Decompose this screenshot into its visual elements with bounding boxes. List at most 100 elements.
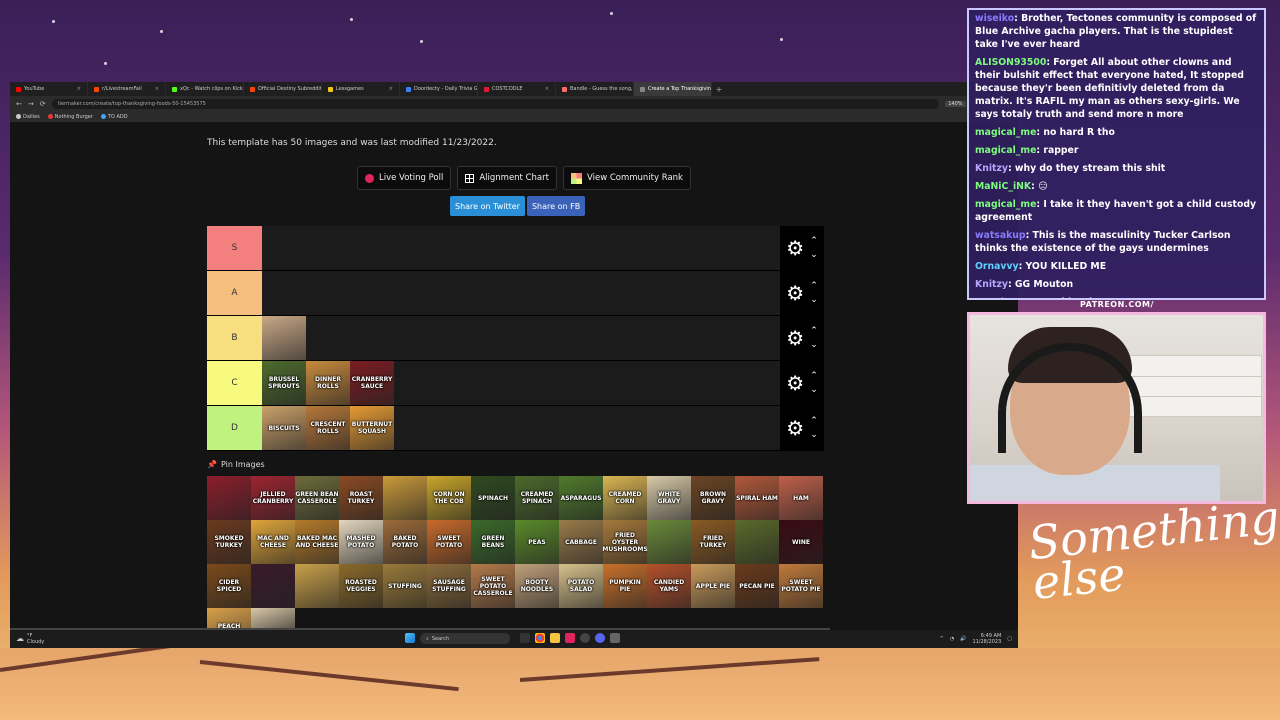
food-tile[interactable]: STUFFING [383,564,427,608]
browser-tab[interactable]: Create a Top Thanksgiving Foo × [634,82,712,96]
chevron-down-icon[interactable]: ⌄ [810,338,818,352]
food-tile[interactable]: BISCUITS [262,406,306,450]
chat-username[interactable]: magical_me [975,199,1036,210]
chevron-down-icon[interactable]: ⌄ [810,428,818,442]
browser-tab[interactable]: xQc - Watch clips on Kick × [166,82,244,96]
chat-username[interactable]: MaNiC_iNK [975,181,1031,192]
chat-username[interactable]: SneakyToe [975,297,1031,298]
chevron-up-icon[interactable]: ⌃ [810,234,818,248]
folder-icon[interactable] [550,633,560,643]
tier-drop-zone[interactable]: BISCUITS CRESCENT ROLLS BUTTERNUT SQUASH [262,406,780,450]
food-tile[interactable]: HAM [779,476,823,520]
food-tile[interactable]: PEAS [515,520,559,564]
food-tile[interactable]: MAC AND CHEESE [251,520,295,564]
food-tile[interactable]: ROAST TURKEY [339,476,383,520]
chat-username[interactable]: wiseiko [975,13,1014,24]
tier-drop-zone[interactable]: BRUSSEL SPROUTS DINNER ROLLS CRANBERRY SAU… [262,361,780,405]
food-tile[interactable]: CORN ON THE COB [427,476,471,520]
forward-icon[interactable]: → [28,100,34,108]
food-tile[interactable]: BUTTERNUT SQUASH [350,406,394,450]
food-tile[interactable]: CRESCENT ROLLS [306,406,350,450]
browser-tab[interactable]: COSTCODLE × [478,82,556,96]
gear-icon[interactable]: ⚙ [786,418,804,438]
tier-drop-zone[interactable] [262,316,780,360]
volume-icon[interactable]: 🔊 [960,636,966,642]
chevron-up-icon[interactable]: ⌃ [810,414,818,428]
chevron-down-icon[interactable]: ⌄ [810,248,818,262]
chevron-up-icon[interactable]: ^ [940,636,944,642]
tier-label[interactable]: A [207,271,262,315]
tier-label[interactable]: S [207,226,262,270]
close-icon[interactable]: × [545,86,549,92]
app-icon[interactable] [565,633,575,643]
tier-drop-zone[interactable] [262,271,780,315]
community-rank-button[interactable]: View Community Rank [562,166,691,190]
food-tile[interactable]: CREAMED SPINACH [515,476,559,520]
gear-icon[interactable]: ⚙ [786,283,804,303]
gear-icon[interactable]: ⚙ [786,373,804,393]
food-tile[interactable]: PECAN PIE [735,564,779,608]
close-icon[interactable]: × [77,86,81,92]
food-tile[interactable] [207,476,251,520]
food-tile[interactable]: FRIED OYSTER MUSHROOMS [603,520,647,564]
food-tile[interactable]: FRIED TURKEY [691,520,735,564]
browser-tab[interactable]: Bandle - Guess the song, one ins × [556,82,634,96]
chat-username[interactable]: Knitzy [975,163,1008,174]
chat-username[interactable]: watsakup [975,230,1026,241]
food-tile[interactable]: ASPARAGUS [559,476,603,520]
food-tile[interactable]: BOOTY NOODLES [515,564,559,608]
food-tile[interactable]: CRANBERRY SAUCE [350,361,394,405]
new-tab-icon[interactable]: + [712,85,726,94]
food-tile[interactable]: CANDIED YAMS [647,564,691,608]
chrome-icon[interactable] [535,633,545,643]
notification-icon[interactable]: ▢ [1007,636,1012,642]
browser-tab[interactable]: YouTube × [10,82,88,96]
tier-label[interactable]: D [207,406,262,450]
food-tile[interactable] [262,316,306,360]
food-tile[interactable]: BAKED POTATO [383,520,427,564]
close-icon[interactable]: × [389,86,393,92]
food-tile[interactable]: GREEN BEANS [471,520,515,564]
browser-tab[interactable]: Official Destiny Subreddit × [244,82,322,96]
food-tile[interactable]: SWEET POTATO PIE [779,564,823,608]
windows-start-icon[interactable] [405,633,415,643]
food-tile[interactable]: PUMPKIN PIE [603,564,647,608]
bookmark-item[interactable]: Dailies [16,114,40,120]
chevron-up-icon[interactable]: ⌃ [810,369,818,383]
chat-username[interactable]: Ornavvy [975,261,1019,272]
food-tile[interactable]: MASHED POTATO [339,520,383,564]
food-tile[interactable]: SMOKED TURKEY [207,520,251,564]
food-tile[interactable]: APPLE PIE [691,564,735,608]
food-tile[interactable]: SAUSAGE STUFFING [427,564,471,608]
food-tile[interactable] [295,564,339,608]
clock[interactable]: 6:49 AM 11/28/2023 [972,633,1001,645]
food-tile[interactable]: DINNER ROLLS [306,361,350,405]
food-tile[interactable] [383,476,427,520]
settings-icon[interactable] [610,633,620,643]
wifi-icon[interactable]: ◔ [950,636,954,642]
food-tile[interactable] [251,564,295,608]
alignment-chart-button[interactable]: Alignment Chart [457,166,557,190]
food-tile[interactable]: BRUSSEL SPROUTS [262,361,306,405]
gear-icon[interactable]: ⚙ [786,238,804,258]
food-tile[interactable]: SPINACH [471,476,515,520]
browser-tab[interactable]: Lessgames × [322,82,400,96]
chevron-down-icon[interactable]: ⌄ [810,293,818,307]
share-twitter-button[interactable]: Share on Twitter [450,196,525,216]
chevron-down-icon[interactable]: ⌄ [810,383,818,397]
food-tile[interactable]: JELLIED CRANBERRY [251,476,295,520]
tier-drop-zone[interactable] [262,226,780,270]
food-tile[interactable]: GREEN BEAN CASSEROLE [295,476,339,520]
food-tile[interactable]: SWEET POTATO CASSEROLE [471,564,515,608]
browser-tab[interactable]: Doordecty - Daily Trivia Game × [400,82,478,96]
reload-icon[interactable]: ⟳ [40,100,46,108]
weather-widget[interactable]: ☁ °F Cloudy [16,633,44,645]
chat-username[interactable]: Knitzy [975,279,1008,290]
bookmark-item[interactable]: TO ADD [100,114,128,120]
food-tile[interactable]: POTATO SALAD [559,564,603,608]
file-explorer-icon[interactable] [520,633,530,643]
food-tile[interactable]: CABBAGE [559,520,603,564]
tier-label[interactable]: C [207,361,262,405]
browser-tab[interactable]: r/LivestreamFail × [88,82,166,96]
chat-username[interactable]: magical_me [975,127,1036,138]
